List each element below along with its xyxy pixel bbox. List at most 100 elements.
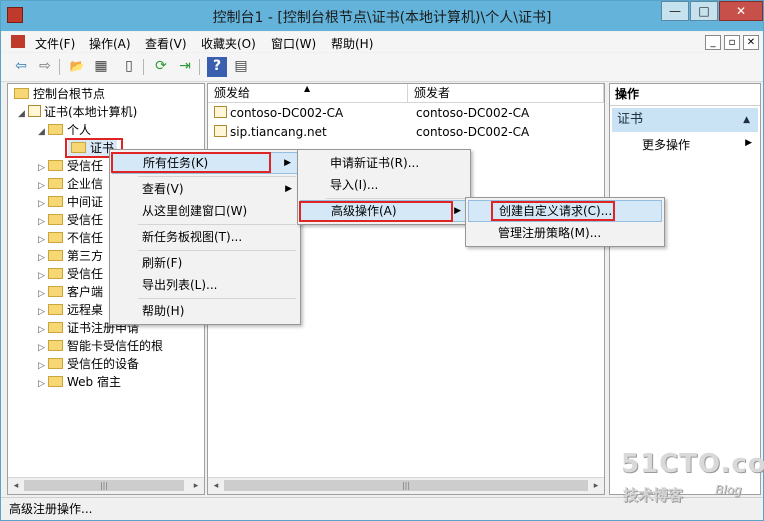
forward-icon[interactable]: ⇨ [35, 57, 55, 77]
actions-section-certificates[interactable]: 证书 ▲ [612, 108, 758, 132]
up-folder-icon[interactable]: 📂 [67, 57, 87, 77]
menu-item-import[interactable]: 导入(I)... [300, 174, 468, 196]
sort-ascending-icon: ▲ [304, 84, 311, 93]
collapse-arrow-icon[interactable]: ▲ [743, 108, 750, 132]
certificate-icon [214, 106, 227, 118]
folder-icon [48, 196, 63, 207]
tree-item-personal[interactable]: ◢ 个人 [38, 121, 91, 139]
menu-item-new-taskpad[interactable]: 新任务板视图(T)... [112, 226, 298, 248]
folder-icon [48, 286, 63, 297]
more-actions-item[interactable]: 更多操作 [642, 136, 690, 153]
scroll-right-button[interactable]: ▸ [589, 479, 603, 493]
list-row[interactable]: contoso-DC002-CA [214, 104, 343, 122]
tree-item-root[interactable]: 控制台根节点 [14, 85, 105, 103]
menu-item-manage-enrollment-policies[interactable]: 管理注册策略(M)... [468, 222, 662, 244]
menu-favorites[interactable]: 收藏夹(O) [201, 35, 256, 52]
actions-header: 操作 [610, 84, 760, 106]
menu-window[interactable]: 窗口(W) [271, 35, 316, 52]
menu-item-new-window[interactable]: 从这里创建窗口(W) [112, 200, 298, 222]
all-tasks-submenu: 申请新证书(R)... 导入(I)... 高级操作(A) ▶ [297, 149, 471, 225]
maximize-button[interactable]: □ [690, 1, 718, 21]
minimize-button[interactable]: — [661, 1, 689, 21]
menu-item-export-list[interactable]: 导出列表(L)... [112, 274, 298, 296]
menu-separator [138, 250, 296, 251]
mdi-restore-button[interactable]: ▫ [724, 35, 740, 50]
list-horizontal-scrollbar[interactable]: ◂ ||| ▸ [208, 477, 604, 494]
list-row-issuer: contoso-DC002-CA [416, 106, 530, 120]
show-hide-action-pane-icon[interactable]: ▤ [231, 57, 251, 77]
toolbar-separator [59, 59, 60, 75]
help-icon[interactable]: ? [207, 57, 227, 77]
tree-item-enterprise-trust[interactable]: ▷ 企业信 [38, 175, 103, 193]
mdi-doc-icon[interactable] [11, 35, 25, 48]
folder-icon [48, 304, 63, 315]
mdi-close-button[interactable]: ✕ [743, 35, 759, 50]
folder-icon [48, 214, 63, 225]
back-icon[interactable]: ⇦ [11, 57, 31, 77]
tree-item-intermediate[interactable]: ▷ 中间证 [38, 193, 103, 211]
menu-item-request-new-cert[interactable]: 申请新证书(R)... [300, 152, 468, 174]
tree-item-client-auth[interactable]: ▷ 客户端 [38, 283, 103, 301]
folder-icon [48, 268, 63, 279]
show-hide-tree-icon[interactable]: ▦ [91, 57, 111, 77]
properties-icon[interactable]: ▯ [119, 57, 139, 77]
watermark-logo: 51CTO.com [621, 449, 764, 479]
menu-help[interactable]: 帮助(H) [331, 35, 373, 52]
toolbar-separator [143, 59, 144, 75]
tree-item-untrusted[interactable]: ▷ 不信任 [38, 229, 103, 247]
mdi-minimize-button[interactable]: _ [705, 35, 721, 50]
export-list-icon[interactable]: ⇥ [175, 57, 195, 77]
toolbar-separator [199, 59, 200, 75]
tree-item-trusted-devices[interactable]: ▷ 受信任的设备 [38, 355, 139, 373]
toolbar: ⇦ ⇨ 📂 ▦ ▯ ⟳ ⇥ ? ▤ [1, 53, 763, 82]
menu-file[interactable]: 文件(F) [35, 35, 75, 52]
tree-horizontal-scrollbar[interactable]: ◂ ||| ▸ [8, 477, 204, 494]
submenu-arrow-icon: ▶ [284, 158, 291, 168]
menu-action[interactable]: 操作(A) [89, 35, 131, 52]
tree-item-certificates-local[interactable]: ◢ 证书(本地计算机) [18, 103, 137, 121]
column-header-issued-to[interactable]: 颁发给 ▲ [208, 84, 408, 103]
menu-item-help[interactable]: 帮助(H) [112, 300, 298, 322]
scroll-left-button[interactable]: ◂ [209, 479, 223, 493]
menu-separator [138, 176, 296, 177]
list-row[interactable]: sip.tiancang.net [214, 123, 327, 141]
folder-icon [48, 376, 63, 387]
scroll-thumb[interactable]: ||| [224, 480, 588, 491]
menu-separator [138, 224, 296, 225]
mdi-controls: _ ▫ ✕ [702, 34, 759, 50]
menu-item-all-tasks[interactable]: 所有任务(K) ▶ [112, 152, 298, 174]
folder-icon [48, 178, 63, 189]
watermark-blog-en: Blog [715, 483, 742, 497]
collapsed-arrow-icon[interactable]: ▷ [38, 375, 48, 393]
scroll-thumb[interactable]: ||| [24, 480, 184, 491]
folder-icon [48, 322, 63, 333]
expanded-arrow-icon[interactable]: ◢ [18, 105, 28, 123]
title-bar[interactable]: 控制台1 - [控制台根节点\证书(本地计算机)\个人\证书] — □ ✕ [1, 1, 763, 31]
scroll-right-button[interactable]: ▸ [189, 479, 203, 493]
refresh-icon[interactable]: ⟳ [151, 57, 171, 77]
folder-icon [48, 358, 63, 369]
tree-item-trusted-people[interactable]: ▷ 受信任 [38, 265, 103, 283]
tree-item-trusted-publishers[interactable]: ▷ 受信任 [38, 211, 103, 229]
close-button[interactable]: ✕ [719, 1, 763, 21]
menu-separator [138, 298, 296, 299]
menu-item-refresh[interactable]: 刷新(F) [112, 252, 298, 274]
tree-item-third-party[interactable]: ▷ 第三方 [38, 247, 103, 265]
watermark-blog-cn: 技术博客 [623, 486, 684, 504]
menu-item-create-custom-request[interactable]: 创建自定义请求(C)... [468, 200, 662, 222]
cert-store-icon [28, 105, 41, 117]
menu-item-view[interactable]: 查看(V) ▶ [112, 178, 298, 200]
tree-item-remote-desktop[interactable]: ▷ 远程桌 [38, 301, 103, 319]
expanded-arrow-icon[interactable]: ◢ [38, 123, 48, 141]
menu-item-advanced-operations[interactable]: 高级操作(A) ▶ [300, 200, 468, 222]
folder-icon [14, 88, 29, 99]
folder-icon [71, 142, 86, 153]
tree-item-trusted-root[interactable]: ▷ 受信任 [38, 157, 103, 175]
scroll-left-button[interactable]: ◂ [9, 479, 23, 493]
menu-view[interactable]: 查看(V) [145, 35, 187, 52]
tree-item-smartcard-roots[interactable]: ▷ 智能卡受信任的根 [38, 337, 163, 355]
window-title: 控制台1 - [控制台根节点\证书(本地计算机)\个人\证书] [212, 10, 552, 26]
tree-item-web-hosting[interactable]: ▷ Web 宿主 [38, 373, 121, 391]
advanced-submenu: 创建自定义请求(C)... 管理注册策略(M)... [465, 197, 665, 247]
column-header-issued-by[interactable]: 颁发者 [408, 84, 604, 103]
